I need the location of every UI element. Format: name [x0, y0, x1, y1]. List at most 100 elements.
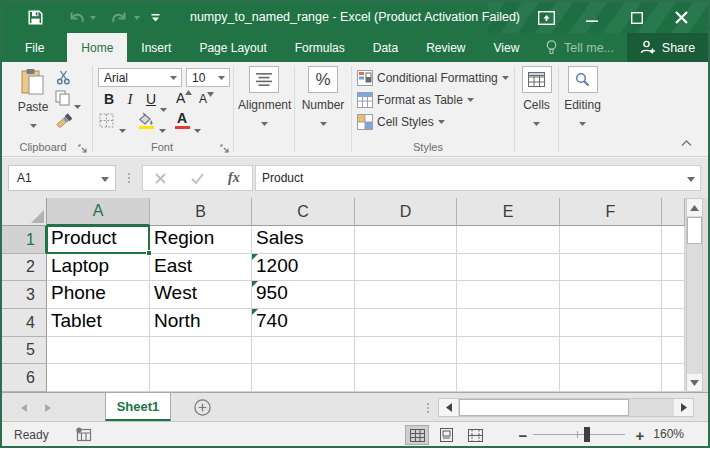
macro-record-icon[interactable] [75, 427, 92, 442]
active-cell-selection[interactable] [46, 225, 150, 254]
format-painter-button[interactable] [55, 112, 72, 133]
row-header-5[interactable]: 5 [2, 337, 47, 364]
formula-bar-expand-arrow[interactable] [687, 177, 695, 182]
new-sheet-button[interactable] [193, 398, 211, 416]
page-layout-view-button[interactable] [434, 425, 458, 445]
cell-E3[interactable] [457, 281, 560, 309]
underline-button[interactable]: U [144, 91, 158, 107]
select-all-corner[interactable] [2, 198, 47, 226]
row-header-6[interactable]: 6 [2, 364, 47, 392]
cell-C4[interactable]: 740 [252, 309, 355, 337]
row-header-1[interactable]: 1 [2, 226, 47, 254]
cell-partial-row4[interactable] [662, 309, 685, 337]
cell-partial-row2[interactable] [662, 254, 685, 281]
cell-partial-row5[interactable] [662, 337, 685, 364]
cell-B6[interactable] [150, 364, 252, 392]
cell-F3[interactable] [560, 281, 662, 309]
cell-D2[interactable] [355, 254, 457, 281]
scroll-up-button[interactable] [687, 199, 702, 216]
zoom-slider-thumb[interactable] [584, 427, 590, 442]
cell-E5[interactable] [457, 337, 560, 364]
alignment-dropdown-arrow[interactable] [261, 122, 268, 126]
format-as-table-dropdown-arrow[interactable] [467, 98, 474, 102]
next-sheet-button[interactable] [40, 400, 56, 416]
cell-A5[interactable] [47, 337, 150, 364]
borders-button[interactable] [99, 113, 115, 133]
alignment-button[interactable]: Alignment [238, 66, 290, 130]
font-name-combo[interactable]: Arial [98, 68, 182, 87]
cell-D1[interactable] [355, 226, 457, 254]
cancel-icon[interactable] [155, 173, 166, 184]
tab-insert[interactable]: Insert [127, 33, 185, 62]
decrease-font-size-button[interactable]: A [199, 92, 214, 106]
zoom-level[interactable]: 160% [653, 422, 684, 446]
cell-E2[interactable] [457, 254, 560, 281]
font-size-combo[interactable]: 10 [186, 68, 230, 87]
format-as-table-button[interactable]: Format as Table [357, 90, 474, 110]
number-dropdown-arrow[interactable] [320, 122, 327, 126]
enter-icon[interactable] [191, 173, 204, 184]
column-header-A[interactable]: A [47, 198, 150, 226]
tab-data[interactable]: Data [359, 33, 412, 62]
vertical-scroll-thumb[interactable] [687, 217, 702, 244]
cell-D3[interactable] [355, 281, 457, 309]
row-header-4[interactable]: 4 [2, 309, 47, 337]
cell-C6[interactable] [252, 364, 355, 392]
column-header-B[interactable]: B [150, 198, 252, 226]
cells-dropdown-arrow[interactable] [533, 122, 540, 126]
maximize-button[interactable] [614, 2, 659, 33]
normal-view-button[interactable] [405, 425, 429, 445]
name-box[interactable]: A1 [8, 165, 116, 191]
scroll-right-button[interactable] [674, 399, 693, 416]
cell-E1[interactable] [457, 226, 560, 254]
fill-color-dropdown-arrow[interactable] [159, 119, 166, 137]
clipboard-dialog-launcher[interactable] [78, 140, 90, 152]
tab-review[interactable]: Review [412, 33, 479, 62]
tab-view[interactable]: View [480, 33, 534, 62]
cell-partial-row1[interactable] [662, 226, 685, 254]
column-header-partial[interactable] [662, 198, 685, 226]
name-box-dropdown-arrow[interactable] [101, 177, 109, 182]
horizontal-scroll-thumb[interactable] [459, 399, 629, 416]
copy-button[interactable] [55, 90, 71, 110]
close-button[interactable] [659, 2, 704, 33]
cell-D6[interactable] [355, 364, 457, 392]
minimize-button[interactable] [569, 2, 614, 33]
cell-A3[interactable]: Phone [47, 281, 150, 309]
formula-input[interactable]: Product [255, 165, 701, 191]
row-header-2[interactable]: 2 [2, 254, 47, 281]
font-dialog-launcher[interactable] [220, 140, 232, 152]
cell-D5[interactable] [355, 337, 457, 364]
insert-function-icon[interactable]: fx [228, 170, 240, 186]
paste-button[interactable]: Paste [14, 68, 52, 134]
fill-handle[interactable] [146, 250, 152, 256]
cell-E4[interactable] [457, 309, 560, 337]
page-break-preview-button[interactable] [463, 425, 487, 445]
cell-partial-row6[interactable] [662, 364, 685, 392]
column-header-E[interactable]: E [457, 198, 560, 226]
scroll-left-button[interactable] [439, 399, 458, 416]
font-color-dropdown-arrow[interactable] [194, 119, 201, 137]
column-header-D[interactable]: D [355, 198, 457, 226]
tell-me-box[interactable]: Tell me... [546, 33, 614, 62]
previous-sheet-button[interactable] [16, 400, 32, 416]
cell-C1[interactable]: Sales [252, 226, 355, 254]
cell-styles-button[interactable]: Cell Styles [357, 112, 445, 132]
share-button[interactable]: Share [627, 33, 708, 62]
tab-file[interactable]: File [12, 33, 57, 62]
cell-B1[interactable]: Region [150, 226, 252, 254]
row-header-3[interactable]: 3 [2, 281, 47, 309]
cell-styles-dropdown-arrow[interactable] [438, 120, 445, 124]
column-header-C[interactable]: C [252, 198, 355, 226]
cell-A2[interactable]: Laptop [47, 254, 150, 281]
ribbon-display-options-button[interactable] [524, 2, 569, 33]
cell-F2[interactable] [560, 254, 662, 281]
paste-dropdown-arrow[interactable] [30, 124, 37, 128]
cell-E6[interactable] [457, 364, 560, 392]
cell-F6[interactable] [560, 364, 662, 392]
zoom-slider-track[interactable] [533, 434, 625, 435]
cell-C5[interactable] [252, 337, 355, 364]
tab-page-layout[interactable]: Page Layout [185, 33, 280, 62]
cell-D4[interactable] [355, 309, 457, 337]
tab-formulas[interactable]: Formulas [281, 33, 359, 62]
